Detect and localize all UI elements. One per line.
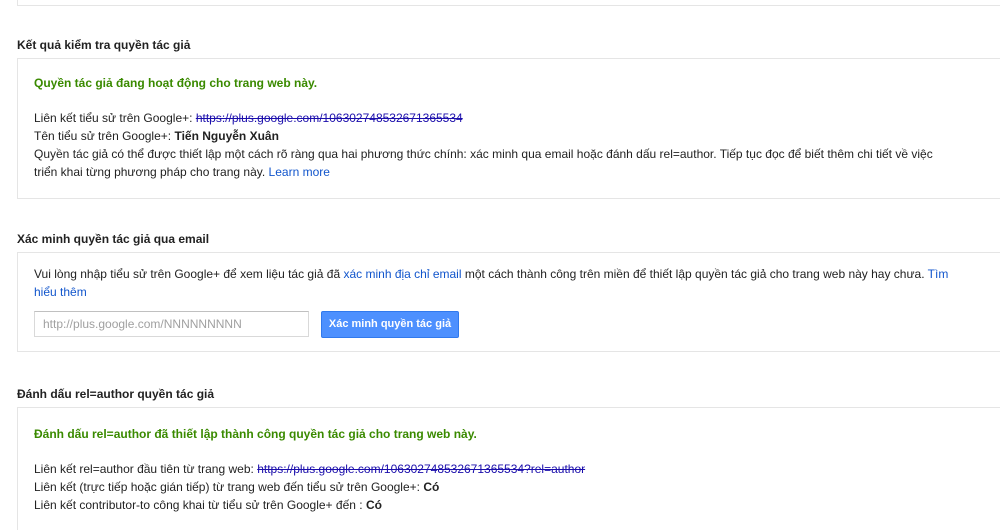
profile-name-label: Tên tiểu sử trên Google+:: [34, 129, 172, 143]
profile-link-label: Liên kết tiểu sử trên Google+:: [34, 111, 193, 125]
description-line-1: Quyền tác giả có thể được thiết lập một …: [34, 147, 933, 161]
first-relauthor-link-url[interactable]: https://plus.google.com/1063027485326713…: [257, 462, 585, 476]
relauthor-success-status: Đánh dấu rel=author đã thiết lập thành c…: [34, 427, 477, 441]
find-more-link-part-2[interactable]: hiểu thêm: [34, 285, 87, 299]
first-relauthor-link-label: Liên kết rel=author đầu tiên từ trang we…: [34, 462, 254, 476]
verify-email-link[interactable]: xác minh địa chỉ email: [343, 267, 461, 281]
email-instructions-text-2: một cách thành công trên miền để thiết l…: [464, 267, 925, 281]
authorship-description: Quyền tác giả có thể được thiết lập một …: [34, 145, 1000, 181]
contributor-link-label: Liên kết contributor-to công khai từ tiể…: [34, 498, 363, 512]
direct-link-label: Liên kết (trực tiếp hoặc gián tiếp) từ t…: [34, 480, 420, 494]
relauthor-box: Đánh dấu rel=author đã thiết lập thành c…: [17, 407, 1000, 530]
direct-link-value: Có: [423, 480, 440, 494]
authorship-result-title: Kết quả kiểm tra quyền tác giả: [17, 38, 191, 52]
direct-link-row: Liên kết (trực tiếp hoặc gián tiếp) từ t…: [34, 478, 585, 496]
contributor-link-row: Liên kết contributor-to công khai từ tiể…: [34, 496, 585, 514]
profile-name-value: Tiến Nguyễn Xuân: [174, 129, 279, 143]
email-instructions-text-1: Vui lòng nhập tiểu sử trên Google+ để xe…: [34, 267, 341, 281]
verify-authorship-button[interactable]: Xác minh quyền tác giả: [321, 311, 459, 338]
email-verification-box: Vui lòng nhập tiểu sử trên Google+ để xe…: [17, 252, 1000, 352]
learn-more-link[interactable]: Learn more: [269, 165, 330, 179]
profile-name-row: Tên tiểu sử trên Google+: Tiến Nguyễn Xu…: [34, 127, 1000, 145]
profile-link-url[interactable]: https://plus.google.com/1063027485326713…: [196, 111, 463, 125]
contributor-link-value: Có: [365, 498, 382, 512]
profile-link-row: Liên kết tiểu sử trên Google+: https://p…: [34, 109, 1000, 127]
relauthor-title: Đánh dấu rel=author quyền tác giả: [17, 387, 215, 401]
google-plus-profile-input[interactable]: [34, 311, 309, 337]
authorship-active-status: Quyền tác giả đang hoạt động cho trang w…: [34, 76, 318, 90]
authorship-result-box: Quyền tác giả đang hoạt động cho trang w…: [17, 58, 1000, 199]
first-relauthor-link-row: Liên kết rel=author đầu tiên từ trang we…: [34, 460, 585, 478]
previous-section-box: [17, 0, 1000, 6]
find-more-link-part-1[interactable]: Tìm: [928, 267, 949, 281]
email-instructions: Vui lòng nhập tiểu sử trên Google+ để xe…: [34, 265, 948, 283]
email-verification-title: Xác minh quyền tác giả qua email: [17, 232, 210, 246]
description-line-2: triển khai từng phương pháp cho trang nà…: [34, 165, 266, 179]
structured-data-testing-page: Kết quả kiểm tra quyền tác giả Quyền tác…: [0, 0, 1000, 530]
